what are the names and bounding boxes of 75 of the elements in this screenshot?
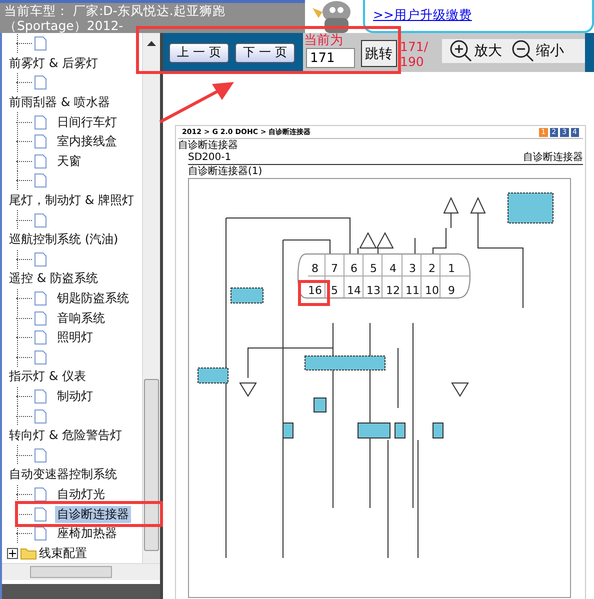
page-icon: [34, 154, 47, 169]
pin-number: 10: [425, 284, 439, 297]
tree-item[interactable]: 天窗: [55, 152, 83, 170]
page-icon: [34, 526, 47, 542]
vertical-scrollbar[interactable]: [142, 33, 160, 563]
tree-group[interactable]: 自动变速器控制系统: [7, 466, 119, 484]
tree-group[interactable]: 前雾灯 & 后雾灯: [7, 54, 100, 72]
pin-number: 7: [331, 262, 338, 275]
folder-icon: [20, 546, 37, 560]
diagram-title: 自诊断连接器(1): [188, 165, 264, 178]
horizontal-scrollbar[interactable]: [2, 563, 160, 580]
scroll-up-icon[interactable]: [147, 41, 156, 46]
pin-number: 4: [390, 262, 396, 275]
tree-group[interactable]: 转向灯 & 危险警告灯: [7, 427, 124, 444]
pin-number: 2: [428, 262, 436, 275]
tree-group[interactable]: 遥控 & 防盗系统: [7, 270, 100, 288]
page-icon: [34, 75, 47, 90]
page-icon: [34, 36, 47, 52]
page-icon: [34, 291, 47, 306]
next-page-button[interactable]: 下 一 页: [235, 42, 295, 62]
page-input[interactable]: 171: [306, 48, 355, 68]
page-icon: [34, 330, 47, 346]
page-icon: [34, 388, 47, 404]
page-icon: [34, 486, 47, 502]
page-icon: [34, 408, 47, 424]
section-title: 自诊断连接器: [178, 140, 239, 152]
pin-number: 3: [409, 262, 416, 275]
pin-number: 5: [370, 262, 377, 275]
page-icon: [34, 173, 47, 188]
pin-number: 13: [366, 284, 380, 297]
pin-number: 9: [448, 284, 455, 297]
page-icon: [34, 310, 47, 326]
vehicle-title: 当前车型： 厂家:D-东风悦达.起亚狮跑（Sportage）2012-: [0, 0, 305, 33]
annotation-box: [298, 280, 330, 306]
tree-item[interactable]: 照明灯: [55, 329, 95, 346]
scroll-thumb[interactable]: [144, 379, 159, 551]
tree-item[interactable]: 制动灯: [55, 388, 95, 405]
pin-number: 16: [308, 284, 322, 297]
tree-item[interactable]: 自诊断连接器: [55, 506, 131, 523]
page-icon: [34, 350, 47, 365]
tree-group[interactable]: 线束配置: [37, 544, 89, 562]
page-icon: [34, 212, 47, 228]
page-icon: [34, 134, 47, 150]
tree-group[interactable]: 尾灯，制动灯 & 牌照灯: [7, 192, 136, 210]
pin-number: 8: [312, 262, 318, 275]
tree-item[interactable]: 日间行车灯: [55, 114, 119, 131]
page-count: 171/ 190: [400, 39, 428, 69]
pin-number: 14: [347, 284, 361, 297]
pin-number: 1: [448, 262, 455, 275]
tree-item[interactable]: 自动灯光: [55, 486, 107, 503]
zoom-out-button[interactable]: 缩小: [512, 40, 564, 62]
tree-item[interactable]: 音响系统: [55, 310, 107, 327]
pin-number: 6: [350, 262, 358, 275]
toolbar-strip: [585, 33, 594, 72]
upgrade-link[interactable]: >>用户升级缴费: [373, 7, 472, 22]
previous-page-button[interactable]: 上 一 页: [169, 42, 229, 62]
page-icon: [34, 448, 47, 463]
page-icon: [34, 114, 47, 130]
pin-number: 11: [406, 284, 420, 297]
current-page-label: 当前为: [304, 33, 344, 48]
diagram-code: SD200-1: [188, 152, 232, 164]
expand-toggle[interactable]: [7, 548, 18, 559]
tree-item[interactable]: 钥匙防盗系统: [55, 290, 131, 308]
page-icon: [34, 506, 47, 522]
tree-group[interactable]: 前雨刮器 & 喷水器: [7, 94, 112, 112]
jump-button[interactable]: 跳转: [361, 40, 397, 67]
tree-group[interactable]: 指示灯 & 仪表: [7, 368, 88, 386]
pin-number: 12: [386, 284, 400, 297]
tree-group[interactable]: 巡航控制系统 (汽油): [7, 231, 120, 248]
page-icon: [34, 252, 47, 267]
zoom-in-button[interactable]: 放大: [450, 40, 502, 62]
tree-item[interactable]: 座椅加热器: [55, 525, 119, 542]
pin-number: 5: [331, 284, 338, 297]
diagram-code-title: 自诊断连接器: [523, 152, 583, 164]
tree-item[interactable]: 室内接线盒: [55, 133, 119, 150]
